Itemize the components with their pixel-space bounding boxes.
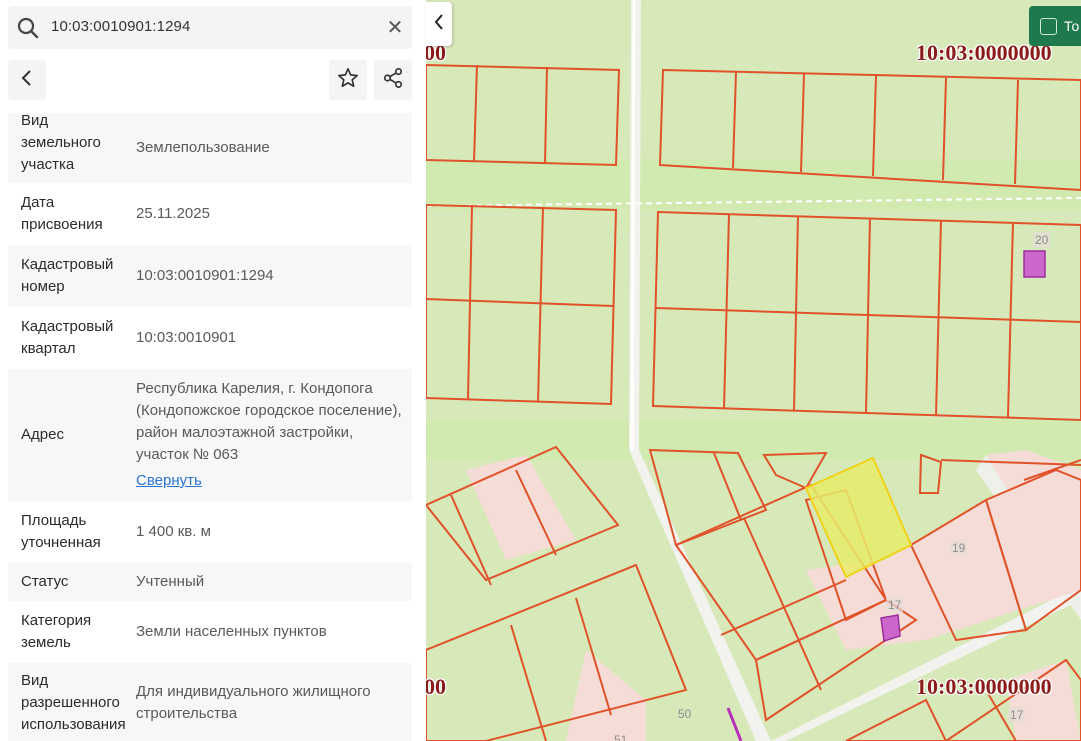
parcel-number: 51 (614, 733, 628, 741)
layer-toggle-button[interactable]: То (1029, 6, 1081, 46)
quarter-label: 00 (426, 674, 446, 699)
parcel-number: 19 (950, 540, 968, 556)
chevron-left-icon (433, 13, 445, 36)
detail-row-status: Статус Учтенный (8, 563, 412, 601)
close-icon[interactable]: ✕ (384, 17, 406, 39)
collapse-link[interactable]: Свернуть (136, 470, 404, 492)
detail-row-address: Адрес Республика Карелия, г. Кондопога (… (8, 369, 412, 501)
detail-value: 10:03:0010901:1294 (136, 267, 274, 284)
back-button[interactable] (8, 60, 46, 100)
search-input[interactable]: 10:03:0010901:1294 (51, 18, 190, 35)
detail-row-land-category: Категория земель Земли населенных пункто… (8, 601, 412, 663)
detail-label: Категория земель (21, 612, 92, 651)
share-button[interactable] (374, 60, 412, 100)
details-table: Вид земельного участка Землепользование … (8, 111, 412, 741)
detail-value: Земли населенных пунктов (136, 623, 327, 640)
detail-label: Адрес (21, 426, 64, 443)
share-icon (382, 67, 404, 94)
parcel-number: 50 (678, 707, 692, 721)
detail-label: Вид земельного участка (21, 111, 101, 173)
quarter-label: 10:03:0000000 (916, 674, 1052, 699)
detail-label: Вид разрешенного использования (21, 672, 126, 733)
building-marker (880, 614, 901, 642)
info-panel: 10:03:0010901:1294 ✕ Вид земельного учас… (0, 0, 420, 741)
chevron-left-icon (20, 69, 34, 92)
detail-label: Площадь уточненная (21, 512, 101, 551)
detail-value: 10:03:0010901 (136, 329, 237, 346)
layer-toggle-label: То (1064, 18, 1080, 34)
detail-value: 1 400 кв. м (136, 523, 211, 540)
detail-row-assign-date: Дата присвоения 25.11.2025 (8, 183, 412, 245)
detail-label: Кадастровый квартал (21, 318, 114, 357)
detail-label: Кадастровый номер (21, 256, 114, 295)
detail-value: Учтенный (136, 573, 205, 590)
detail-value: 25.11.2025 (136, 205, 210, 222)
detail-label: Дата присвоения (21, 194, 103, 233)
detail-row-cadastral-quarter: Кадастровый квартал 10:03:0010901 (8, 307, 412, 369)
map-canvas[interactable] (426, 0, 1081, 741)
parcel-number: 17 (886, 597, 904, 613)
search-icon (16, 16, 40, 40)
detail-value: Для индивидуального жилищного строительс… (136, 683, 371, 722)
parcel-number: 17 (1008, 707, 1026, 723)
collapse-panel-button[interactable] (426, 2, 452, 46)
cadastral-map[interactable]: 00 10:03:0000000 00 10:03:0000000 20 19 … (426, 0, 1081, 741)
detail-value: Землепользование (136, 139, 270, 156)
favorite-button[interactable] (329, 60, 367, 100)
building-marker (1023, 250, 1046, 278)
parcel-number: 20 (1033, 232, 1051, 248)
detail-label: Статус (21, 573, 69, 590)
star-icon (337, 67, 359, 94)
search-bar[interactable]: 10:03:0010901:1294 ✕ (8, 6, 412, 49)
detail-row-area: Площадь уточненная 1 400 кв. м (8, 501, 412, 563)
detail-row-cadastral-number: Кадастровый номер 10:03:0010901:1294 (8, 245, 412, 307)
detail-row-land-type: Вид земельного участка Землепользование (8, 111, 412, 183)
checkbox-icon[interactable] (1040, 17, 1057, 35)
detail-row-permitted-use: Вид разрешенного использования Для индив… (8, 663, 412, 741)
detail-value: Республика Карелия, г. Кондопога (Кондоп… (136, 380, 402, 463)
